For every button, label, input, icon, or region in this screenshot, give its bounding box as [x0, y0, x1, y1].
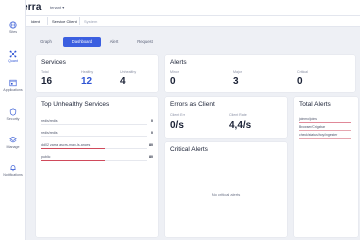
tenant-selector[interactable]: tenant ▾: [50, 5, 64, 10]
alert-name: Browser/Crigzbar: [299, 125, 326, 129]
client-request-rate-value: 4,4/s: [229, 120, 252, 131]
stat-label: Critical: [297, 70, 308, 74]
stat-label: Unhealthy: [120, 70, 137, 74]
service-name: dd02 zarra ascrs-max-ls-ances: [41, 143, 91, 147]
globe-icon: [9, 21, 17, 29]
stat-label: Minor: [170, 70, 179, 74]
card-title: Top Unhealthy Services: [41, 101, 110, 108]
breadcrumb-divider: [47, 17, 48, 25]
services-card: Services Total 16 Healthy 12 Unhealthy 4: [36, 55, 158, 92]
service-name: redis/redis: [41, 119, 58, 123]
layers-icon: [9, 136, 17, 143]
list-item[interactable]: redis/redis 0: [41, 131, 153, 142]
sidebar-item-notifications[interactable]: Notifications: [0, 164, 26, 177]
sidebar-item-sites[interactable]: Sites: [0, 21, 26, 34]
total-alerts-card: Total Alerts joinmo/joins Browser/Crigzb…: [294, 97, 358, 237]
list-item[interactable]: redis/redis 0: [41, 119, 153, 130]
services-total-value: 16: [41, 76, 53, 87]
empty-state-text: No critical alerts: [211, 192, 241, 197]
client-error-rate-value: 0/s: [170, 120, 184, 131]
app-window-icon: [9, 79, 17, 87]
stat-label: Client Rate: [229, 113, 247, 117]
sidebar-item-label: Notifications: [3, 173, 23, 177]
alert-bar: [299, 121, 351, 123]
network-icon: [9, 50, 17, 58]
tenant-name: tenant: [50, 5, 62, 10]
service-name: redis/redis: [41, 131, 58, 135]
alert-bar: [299, 137, 351, 139]
alert-name: joinmo/joins: [299, 117, 317, 121]
alerts-minor-value: 0: [170, 76, 176, 87]
card-title: Total Alerts: [299, 101, 331, 108]
card-title: Errors as Client: [170, 101, 215, 108]
sidebar-item-applications[interactable]: Applications: [0, 79, 26, 92]
stat-label: Total: [41, 70, 49, 74]
breadcrumb-divider: [79, 17, 80, 25]
alerts-card: Alerts Minor 0 Major 3 Critical 0: [165, 55, 355, 92]
bell-icon: [10, 165, 16, 172]
sidebar-item-label: Manage: [6, 145, 20, 149]
list-item[interactable]: check/status/hoy/ingester: [299, 133, 351, 141]
breadcrumb-item-ident[interactable]: Ident: [31, 19, 40, 24]
alerts-critical-value: 0: [297, 76, 303, 87]
errors-as-client-card: Errors as Client Client Err 0/s Client R…: [165, 97, 287, 138]
breadcrumb: Ident Service Client System: [26, 16, 360, 27]
stat-label: Healthy: [81, 70, 94, 74]
tab-dashboard[interactable]: Dashboard: [63, 37, 101, 47]
service-value: 80: [149, 155, 153, 159]
stat-label: Client Err: [170, 113, 185, 117]
critical-alerts-card: Critical Alerts No critical alerts: [165, 142, 287, 237]
health-bar-fill: [41, 160, 105, 161]
alert-bar: [299, 129, 351, 131]
card-title: Alerts: [170, 59, 187, 66]
list-item[interactable]: joinmo/joins: [299, 117, 351, 125]
service-value: 0: [151, 131, 153, 135]
tab-alert[interactable]: Alert: [104, 37, 124, 47]
health-bar-track: [41, 148, 147, 149]
sidebar-item-label: Applications: [3, 88, 23, 92]
chevron-down-icon: ▾: [62, 5, 65, 10]
health-bar-track: [41, 136, 147, 137]
health-bar-track: [41, 124, 147, 125]
sidebar-item-quant[interactable]: Quant: [0, 50, 26, 63]
services-unhealthy-value: 4: [120, 76, 126, 87]
stat-label: Major: [233, 70, 242, 74]
shield-icon: [9, 108, 17, 116]
sidebar-item-label: Sites: [9, 30, 17, 34]
list-item[interactable]: dd02 zarra ascrs-max-ls-ances 80: [41, 143, 153, 154]
sidebar-item-label: Security: [6, 117, 20, 121]
breadcrumb-item-system[interactable]: System: [84, 19, 97, 24]
top-bar: Volterra tenant ▾: [0, 0, 360, 16]
alerts-major-value: 3: [233, 76, 239, 87]
sidebar: Sites Quant Applications Security Manage…: [0, 0, 26, 240]
services-healthy-value: 12: [81, 76, 93, 87]
list-item[interactable]: public 80: [41, 155, 153, 166]
tab-request[interactable]: Request: [131, 37, 159, 47]
health-bar-fill: [41, 148, 105, 149]
sidebar-item-label: Quant: [8, 59, 18, 63]
list-item[interactable]: Browser/Crigzbar: [299, 125, 351, 133]
service-value: 0: [151, 119, 153, 123]
breadcrumb-item-service-client[interactable]: Service Client: [52, 19, 77, 24]
sidebar-item-security[interactable]: Security: [0, 108, 26, 121]
top-unhealthy-services-card: Top Unhealthy Services redis/redis 0 red…: [36, 97, 158, 237]
health-bar-track: [41, 160, 147, 161]
service-value: 80: [149, 143, 153, 147]
card-title: Services: [41, 59, 66, 66]
card-title: Critical Alerts: [170, 146, 208, 153]
tab-graph[interactable]: Graph: [36, 37, 56, 47]
alert-name: check/status/hoy/ingester: [299, 133, 338, 137]
sidebar-item-manage[interactable]: Manage: [0, 136, 26, 149]
service-name: public: [41, 155, 51, 159]
